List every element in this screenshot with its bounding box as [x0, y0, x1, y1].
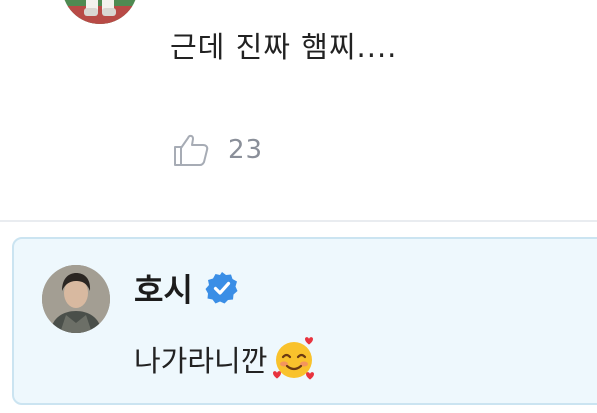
reply-text: 나가라니깐	[134, 344, 268, 378]
smiling-face-with-hearts-icon	[273, 337, 315, 380]
user-avatar-icon[interactable]	[62, 0, 138, 24]
like-count: 23	[228, 135, 264, 165]
comment-item: 근데 진짜 햄찌.... 23	[0, 0, 597, 222]
like-button[interactable]: 23	[172, 132, 263, 168]
thumbs-up-icon[interactable]	[172, 132, 210, 168]
author-name[interactable]: 호시	[134, 265, 193, 311]
artist-avatar-icon[interactable]	[42, 265, 110, 333]
divider	[0, 220, 597, 222]
author-row: 호시	[134, 265, 239, 311]
comment-text: 근데 진짜 햄찌....	[170, 30, 398, 64]
verified-badge-icon	[205, 272, 238, 304]
reply-content: 나가라니깐	[134, 335, 317, 383]
artist-reply: 호시 나가라니깐	[12, 237, 597, 405]
